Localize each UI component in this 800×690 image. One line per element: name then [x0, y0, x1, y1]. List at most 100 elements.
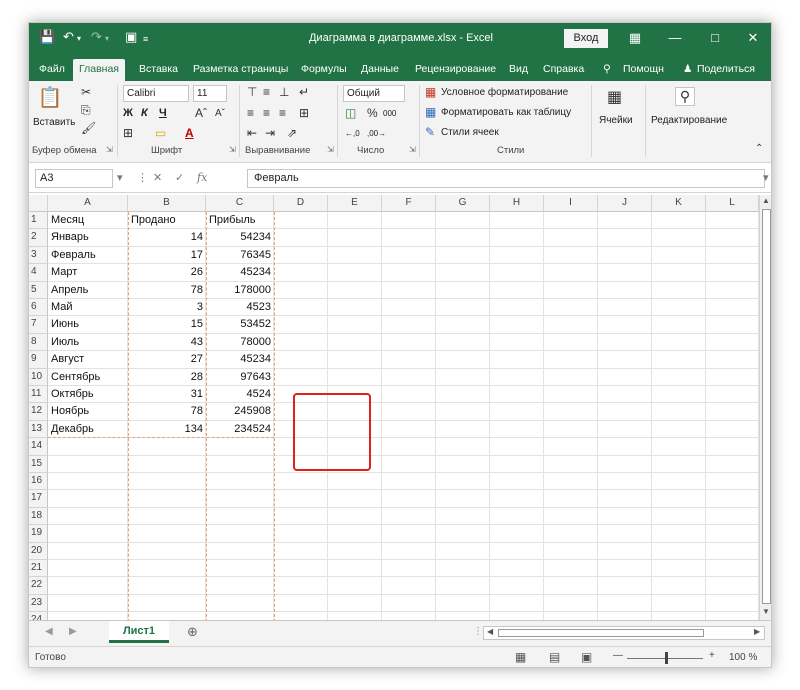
table-cell[interactable]: Март — [48, 264, 128, 281]
prev-sheet-icon[interactable]: ◀ — [45, 626, 53, 637]
select-all-corner[interactable] — [29, 195, 48, 212]
table-cell[interactable]: Апрель — [48, 282, 128, 299]
row-header[interactable]: 18 — [29, 507, 48, 526]
row-header[interactable]: 13 — [29, 420, 48, 439]
table-cell[interactable]: 26 — [128, 264, 206, 281]
increase-indent-icon[interactable]: ⇥ — [265, 126, 275, 140]
format-as-table-icon[interactable]: ▦ — [425, 105, 436, 119]
table-cell[interactable]: 78 — [128, 282, 206, 299]
tab-data[interactable]: Данные — [355, 59, 405, 81]
table-cell[interactable]: 245908 — [206, 403, 274, 420]
tab-insert[interactable]: Вставка — [133, 59, 184, 81]
tab-file[interactable]: Файл — [33, 59, 71, 81]
table-cell[interactable]: Месяц — [48, 212, 128, 229]
row-header[interactable]: 4 — [29, 264, 48, 282]
currency-icon[interactable]: ◫ — [345, 106, 356, 120]
table-cell[interactable]: 15 — [128, 316, 206, 333]
spreadsheet-grid[interactable]: A B C D E F G H I J K L 1 2 3 4 5 6 7 8 9 10 11 12 1… — [29, 195, 759, 620]
table-cell[interactable]: 134 — [128, 421, 206, 438]
column-header-g[interactable]: G — [436, 195, 490, 212]
vertical-scroll-thumb[interactable] — [762, 209, 771, 604]
column-header-b[interactable]: B — [128, 195, 206, 212]
paste-icon[interactable]: 📋 — [37, 85, 63, 111]
login-button[interactable]: Вход — [564, 29, 608, 48]
table-cell[interactable]: Февраль — [48, 247, 128, 264]
splitter-icon[interactable]: ⋮ — [473, 626, 483, 637]
table-cell[interactable]: 45234 — [206, 351, 274, 368]
page-break-view-icon[interactable]: ▣ — [581, 650, 592, 664]
row-header[interactable]: 9 — [29, 351, 48, 369]
align-middle-icon[interactable]: ≡ — [263, 85, 270, 99]
table-cell[interactable]: 54234 — [206, 229, 274, 246]
tab-help[interactable]: Справка — [537, 59, 590, 81]
column-header-a[interactable]: A — [48, 195, 128, 212]
column-header-e[interactable]: E — [328, 195, 382, 212]
next-sheet-icon[interactable]: ▶ — [69, 626, 77, 637]
table-cell[interactable]: 14 — [128, 229, 206, 246]
row-header[interactable]: 20 — [29, 542, 48, 560]
format-painter-icon[interactable]: 🖌 — [81, 121, 96, 135]
column-header-h[interactable]: H — [490, 195, 544, 212]
table-cell[interactable]: 4524 — [206, 386, 274, 403]
zoom-out-icon[interactable]: — — [613, 650, 623, 661]
row-header[interactable]: 22 — [29, 577, 48, 595]
cell-styles-button[interactable]: Стили ячеек — [441, 127, 499, 138]
enter-icon[interactable]: ✓ — [175, 171, 184, 184]
font-grow-icon[interactable]: Aˆ — [195, 106, 207, 120]
formula-input[interactable]: Февраль — [247, 169, 765, 188]
row-header[interactable]: 17 — [29, 490, 48, 508]
cancel-icon[interactable]: ✕ — [153, 171, 162, 184]
table-cell[interactable]: 234524 — [206, 421, 274, 438]
table-cell[interactable]: 28 — [128, 369, 206, 386]
name-box-dropdown-icon[interactable]: ▾ — [117, 171, 123, 184]
cells-button[interactable]: Ячейки — [599, 115, 633, 126]
paste-button-label[interactable]: Вставить — [33, 117, 75, 128]
row-header[interactable]: 5 — [29, 281, 48, 299]
table-cell[interactable]: Октябрь — [48, 386, 128, 403]
table-cell[interactable]: Май — [48, 299, 128, 316]
column-header-c[interactable]: C — [206, 195, 274, 212]
zoom-level[interactable]: 100 % — [729, 652, 757, 663]
borders-icon[interactable]: ⊞ — [123, 126, 133, 140]
table-cell[interactable]: Ноябрь — [48, 403, 128, 420]
editing-button[interactable]: Редактирование — [651, 115, 727, 126]
tab-page-layout[interactable]: Разметка страницы — [187, 59, 294, 81]
minimize-icon[interactable]: — — [655, 23, 695, 55]
table-cell[interactable]: 45234 — [206, 264, 274, 281]
tab-formulas[interactable]: Формулы — [295, 59, 353, 81]
underline-button[interactable]: Ч — [159, 107, 167, 119]
column-header-j[interactable]: J — [598, 195, 652, 212]
column-header-i[interactable]: I — [544, 195, 598, 212]
ribbon-display-icon[interactable]: ▦ — [615, 23, 655, 55]
align-bottom-icon[interactable]: ⊥ — [279, 85, 289, 99]
insert-function-icon[interactable]: fx — [197, 171, 207, 184]
tab-home[interactable]: Главная — [73, 59, 125, 81]
table-cell[interactable]: 178000 — [206, 282, 274, 299]
zoom-in-icon[interactable]: + — [709, 650, 715, 661]
clipboard-launcher-icon[interactable]: ⇲ — [106, 145, 113, 154]
page-layout-view-icon[interactable]: ▤ — [549, 650, 560, 664]
expand-formula-icon[interactable]: ▾ — [763, 171, 769, 184]
table-cell[interactable]: 43 — [128, 334, 206, 351]
table-cell[interactable]: 97643 — [206, 369, 274, 386]
wrap-text-icon[interactable]: ↵ — [299, 85, 309, 99]
align-left-icon[interactable]: ≡ — [247, 106, 254, 120]
scroll-right-icon[interactable]: ▶ — [754, 627, 760, 636]
conditional-format-icon[interactable]: ▦ — [425, 85, 436, 99]
font-size-select[interactable]: 11 — [193, 85, 227, 102]
row-header[interactable]: 3 — [29, 246, 48, 265]
maximize-icon[interactable]: □ — [695, 23, 735, 55]
font-launcher-icon[interactable]: ⇲ — [229, 145, 236, 154]
cut-icon[interactable]: ✂ — [81, 85, 91, 99]
font-color-icon[interactable]: A — [185, 126, 194, 140]
tell-me-search[interactable]: Помощн — [617, 59, 670, 81]
scroll-down-icon[interactable]: ▼ — [762, 607, 770, 616]
decrease-decimal-button[interactable]: ,00→ — [367, 129, 386, 138]
close-icon[interactable]: ✕ — [733, 23, 771, 55]
tab-view[interactable]: Вид — [503, 59, 534, 81]
row-header[interactable]: 11 — [29, 386, 48, 404]
share-button[interactable]: Поделиться — [691, 59, 761, 81]
table-cell[interactable]: Прибыль — [206, 212, 274, 229]
row-header[interactable]: 14 — [29, 438, 48, 456]
table-cell[interactable]: Продано — [128, 212, 206, 229]
